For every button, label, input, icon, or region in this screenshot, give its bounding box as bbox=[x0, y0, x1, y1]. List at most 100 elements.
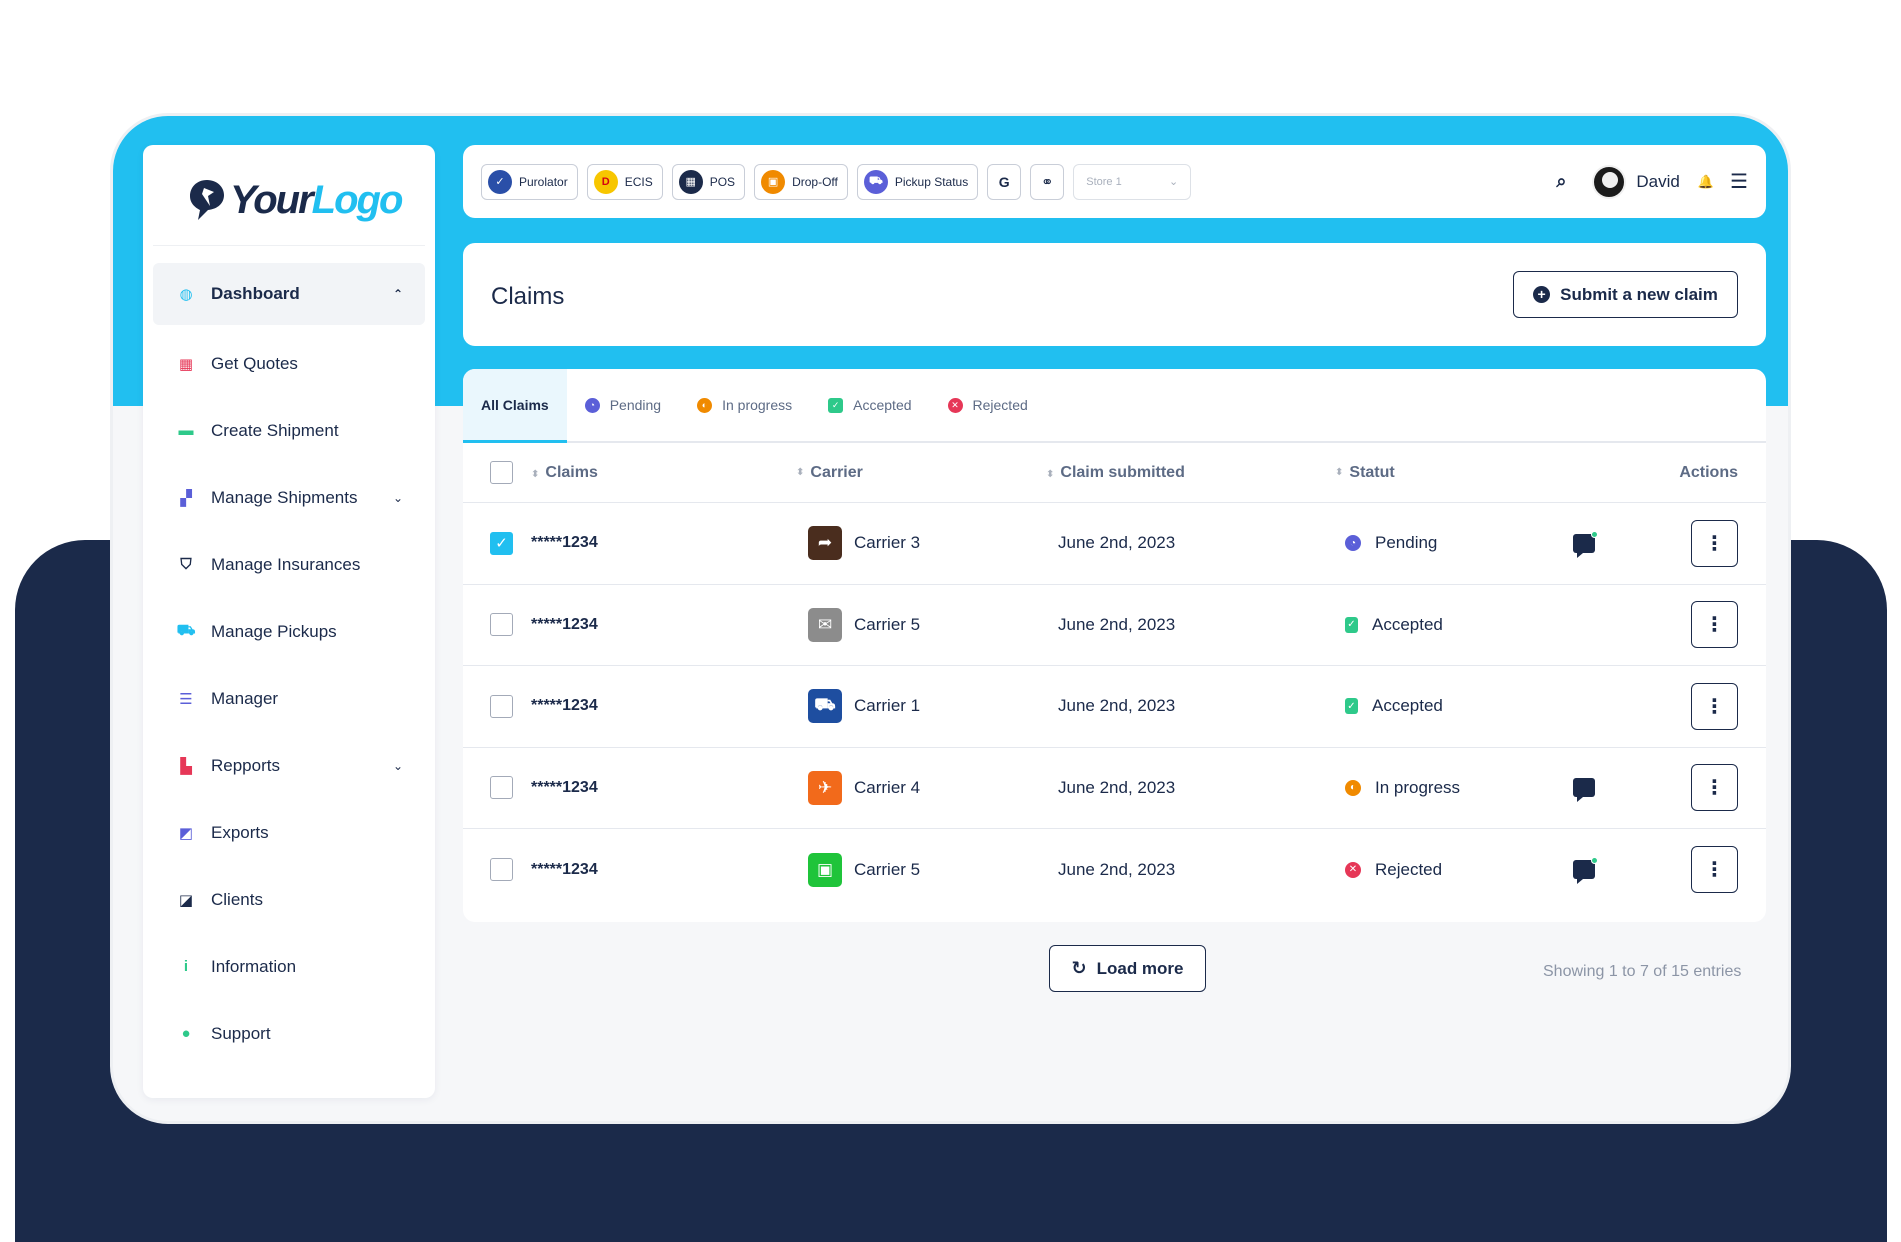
sidebar-item-label: Create Shipment bbox=[211, 420, 339, 440]
shortcut-pos[interactable]: ▦ POS bbox=[671, 163, 746, 200]
shortcut-label: POS bbox=[709, 174, 736, 189]
claims-card: All Claims ◔ Pending ◐ In progress ✓ Accepted ✕… bbox=[463, 369, 1766, 922]
accepted-status-icon: ✓ bbox=[1345, 698, 1358, 715]
column-claims[interactable]: ⬍ Claims bbox=[531, 464, 598, 482]
sidebar-item-information[interactable]: i Information bbox=[153, 933, 425, 1000]
claim-id[interactable]: *****1234 bbox=[531, 861, 598, 879]
select-all-checkbox[interactable] bbox=[490, 461, 513, 484]
dolly-icon: ⛟ bbox=[176, 622, 196, 639]
search-icon[interactable]: ⌕ bbox=[1556, 171, 1566, 192]
table-row[interactable]: *****1234 ⛟ Carrier 1 June 2nd, 2023 ✓ Accept… bbox=[463, 666, 1766, 748]
table-row[interactable]: *****1234 ✉ Carrier 5 June 2nd, 2023 ✓ Accept… bbox=[463, 585, 1766, 666]
google-button[interactable]: G bbox=[987, 163, 1022, 200]
comment-icon[interactable] bbox=[1573, 857, 1598, 885]
menu-icon[interactable]: ☰ bbox=[1730, 169, 1748, 194]
claim-date: June 2nd, 2023 bbox=[1058, 533, 1176, 553]
sidebar-item-manage-shipments[interactable]: ▞ Manage Shipments ⌄ bbox=[153, 464, 425, 531]
sidebar-item-label: Exports bbox=[211, 822, 269, 842]
shortcut-purolator[interactable]: ✓ Purolator bbox=[481, 163, 578, 200]
sidebar-item-manage-pickups[interactable]: ⛟ Manage Pickups bbox=[153, 598, 425, 665]
sidebar-item-label: Manage Insurances bbox=[211, 554, 361, 574]
more-actions-button[interactable]: ⋮ bbox=[1691, 764, 1738, 812]
sidebar-item-repports[interactable]: ▙ Repports ⌄ bbox=[153, 732, 425, 799]
status-label: In progress bbox=[1375, 777, 1461, 797]
sidebar-item-label: Manage Shipments bbox=[211, 487, 358, 507]
sidebar-item-support[interactable]: ● Support bbox=[153, 1000, 425, 1067]
tab-label: Rejected bbox=[972, 397, 1028, 413]
more-actions-button[interactable]: ⋮ bbox=[1691, 601, 1738, 649]
load-more-button[interactable]: ↻ Load more bbox=[1049, 945, 1206, 992]
claim-id[interactable]: *****1234 bbox=[531, 616, 598, 634]
tab-rejected[interactable]: ✕ Rejected bbox=[930, 369, 1046, 441]
column-carrier[interactable]: ⬍ Carrier bbox=[796, 464, 863, 482]
column-submitted[interactable]: ⬍ Claim submitted bbox=[1046, 464, 1185, 482]
dashboard-icon: ◍ bbox=[179, 286, 193, 303]
table-row[interactable]: *****1234 ▣ Carrier 5 June 2nd, 2023 ✕ Reject… bbox=[463, 829, 1766, 911]
sidebar-item-manage-insurances[interactable]: ⛉ Manage Insurances bbox=[153, 531, 425, 598]
row-checkbox[interactable]: ✓ bbox=[490, 531, 513, 555]
actions-cell: ⋮ bbox=[1691, 682, 1738, 730]
tab-all-claims[interactable]: All Claims bbox=[463, 369, 567, 443]
store-select[interactable]: Store 1 ⌄ bbox=[1073, 163, 1192, 200]
kebab-icon: ⋮ bbox=[1704, 614, 1725, 637]
tab-pending[interactable]: ◔ Pending bbox=[567, 369, 679, 441]
tab-in-progress[interactable]: ◐ In progress bbox=[679, 369, 810, 441]
top-bar: ✓ Purolator D ECIS ▦ POS ▣ Drop-Off ⛟ Pickup Stat… bbox=[463, 145, 1766, 218]
carrier-name: Carrier 3 bbox=[854, 533, 921, 553]
row-checkbox[interactable] bbox=[490, 858, 513, 882]
sidebar-item-clients[interactable]: ◪ Clients bbox=[153, 866, 425, 933]
status-label: Accepted bbox=[1372, 614, 1443, 634]
shortcut-drop-off[interactable]: ▣ Drop-Off bbox=[754, 163, 848, 200]
more-actions-button[interactable]: ⋮ bbox=[1691, 846, 1738, 894]
sidebar-item-get-quotes[interactable]: ▦ Get Quotes bbox=[153, 330, 425, 397]
status-tabs: All Claims ◔ Pending ◐ In progress ✓ Accepted ✕… bbox=[463, 369, 1766, 443]
tab-accepted[interactable]: ✓ Accepted bbox=[810, 369, 929, 441]
submit-claim-button[interactable]: + Submit a new claim bbox=[1513, 271, 1738, 318]
sidebar-item-label: Clients bbox=[211, 889, 263, 909]
actions-cell: ⋮ bbox=[1691, 846, 1738, 894]
claim-id[interactable]: *****1234 bbox=[531, 779, 598, 797]
sidebar-item-exports[interactable]: ◩ Exports bbox=[153, 799, 425, 866]
sidebar-item-create-shipment[interactable]: ▬ Create Shipment bbox=[153, 397, 425, 464]
logo[interactable]: YourLogo bbox=[188, 170, 404, 230]
shortcut-ecis[interactable]: D ECIS bbox=[586, 163, 663, 200]
claim-date: June 2nd, 2023 bbox=[1058, 777, 1176, 797]
google-icon: G bbox=[998, 173, 1010, 190]
bell-icon[interactable]: 🔔 bbox=[1698, 174, 1714, 190]
claim-id[interactable]: *****1234 bbox=[531, 534, 598, 552]
link-icon: ⚭ bbox=[1040, 173, 1054, 191]
shortcut-pickup-status[interactable]: ⛟ Pickup Status bbox=[856, 163, 979, 200]
sidebar-item-manager[interactable]: ☰ Manager bbox=[153, 665, 425, 732]
sidebar-nav: ◍ Dashboard ⌃ ▦ Get Quotes ▬ Create Shipment ▞ M… bbox=[153, 263, 425, 1067]
purolator-icon: ✓ bbox=[488, 169, 512, 194]
shortcut-label: Pickup Status bbox=[894, 174, 969, 189]
comment-icon[interactable] bbox=[1573, 778, 1595, 803]
carrier-name: Carrier 5 bbox=[854, 614, 921, 634]
table-row[interactable]: ✓ *****1234 ➦ Carrier 3 June 2nd, 2023 ◔ Pendi… bbox=[463, 503, 1766, 585]
table-row[interactable]: *****1234 ✈ Carrier 4 June 2nd, 2023 ◐ In pro… bbox=[463, 748, 1766, 829]
logo-text-logo: Logo bbox=[311, 177, 404, 222]
sidebar-item-dashboard[interactable]: ◍ Dashboard ⌃ bbox=[153, 263, 425, 325]
logo-text-your: Your bbox=[230, 177, 314, 222]
claim-id[interactable]: *****1234 bbox=[531, 697, 598, 715]
row-checkbox[interactable] bbox=[490, 613, 513, 637]
logo-icon bbox=[190, 180, 224, 220]
carrier-logo-icon: ⛟ bbox=[808, 689, 842, 724]
column-status[interactable]: ⬍ Statut bbox=[1335, 464, 1395, 482]
comment-icon[interactable] bbox=[1573, 530, 1598, 558]
row-checkbox[interactable] bbox=[490, 776, 513, 800]
more-actions-button[interactable]: ⋮ bbox=[1691, 519, 1738, 567]
carrier-name: Carrier 4 bbox=[854, 777, 921, 797]
rejected-icon: ✕ bbox=[947, 397, 963, 413]
chevron-down-icon: ⌄ bbox=[1169, 176, 1179, 188]
link-button[interactable]: ⚭ bbox=[1030, 163, 1065, 200]
column-status-label: Statut bbox=[1349, 463, 1395, 481]
accepted-status-icon: ✓ bbox=[1345, 616, 1358, 633]
avatar[interactable] bbox=[1592, 164, 1627, 199]
status-label: Rejected bbox=[1375, 859, 1443, 879]
row-checkbox[interactable] bbox=[490, 694, 513, 718]
username[interactable]: David bbox=[1636, 172, 1679, 192]
more-actions-button[interactable]: ⋮ bbox=[1691, 682, 1738, 730]
tasks-icon: ☰ bbox=[179, 690, 193, 708]
pending-icon: ◔ bbox=[584, 397, 600, 413]
